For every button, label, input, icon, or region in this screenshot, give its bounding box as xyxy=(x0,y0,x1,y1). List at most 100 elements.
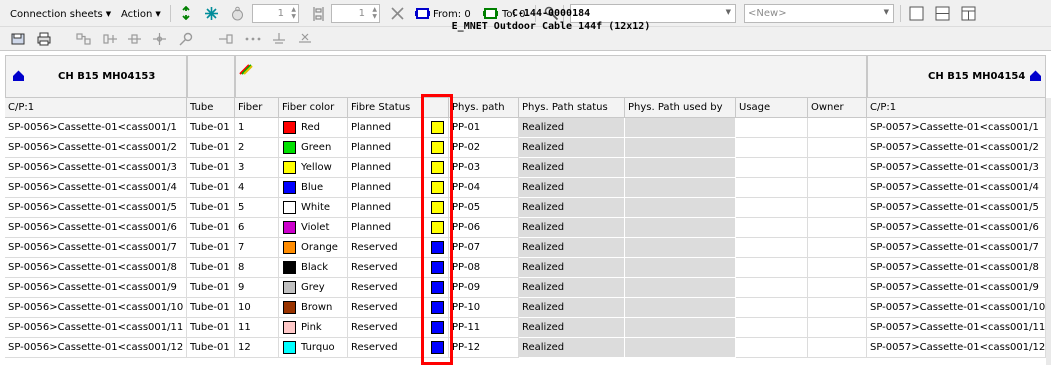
col-fiber-color[interactable]: Fiber color xyxy=(279,98,348,118)
cell-fibre-status[interactable]: Reserved xyxy=(348,258,424,278)
cell-phys-path[interactable]: PP-08 xyxy=(449,258,519,278)
cell-fiber-color[interactable]: Brown xyxy=(279,298,348,318)
table-row[interactable]: SP-0056>Cassette-01<cass001/12 Tube-01 12 T… xyxy=(5,338,1051,358)
cell-fibre-status[interactable]: Reserved xyxy=(348,338,424,358)
cell-phys-path-used-by[interactable] xyxy=(625,278,736,298)
cell-phys-path[interactable]: PP-10 xyxy=(449,298,519,318)
cell-cp-left[interactable]: SP-0056>Cassette-01<cass001/9 xyxy=(5,278,187,298)
col-cp-left[interactable]: C/P:1 xyxy=(5,98,187,118)
cell-fiber[interactable]: 1 xyxy=(235,118,279,138)
table-row[interactable]: SP-0056>Cassette-01<cass001/11 Tube-01 11 P… xyxy=(5,318,1051,338)
cell-phys-path[interactable]: PP-09 xyxy=(449,278,519,298)
disconnect-icon[interactable] xyxy=(296,31,313,46)
cell-cp-right[interactable]: SP-0057>Cassette-01<cass001/10 xyxy=(867,298,1046,318)
cell-phys-path-used-by[interactable] xyxy=(625,178,736,198)
cell-fiber-color[interactable]: Blue xyxy=(279,178,348,198)
cell-usage[interactable] xyxy=(736,278,808,298)
cell-phys-path[interactable]: PP-01 xyxy=(449,118,519,138)
cell-cp-right[interactable]: SP-0057>Cassette-01<cass001/12 xyxy=(867,338,1046,358)
cell-phys-path[interactable]: PP-05 xyxy=(449,198,519,218)
cell-phys-path[interactable]: PP-03 xyxy=(449,158,519,178)
cell-fiber[interactable]: 7 xyxy=(235,238,279,258)
col-fiber[interactable]: Fiber xyxy=(235,98,279,118)
table-row[interactable]: SP-0056>Cassette-01<cass001/5 Tube-01 5 Whi… xyxy=(5,198,1051,218)
cell-fibre-status[interactable]: Planned xyxy=(348,178,424,198)
cell-phys-path-used-by[interactable] xyxy=(625,298,736,318)
cell-usage[interactable] xyxy=(736,118,808,138)
cell-tube[interactable]: Tube-01 xyxy=(187,158,235,178)
cell-phys-path-status[interactable]: Realized xyxy=(519,278,625,298)
cell-owner[interactable] xyxy=(808,318,867,338)
cell-phys-path-used-by[interactable] xyxy=(625,238,736,258)
cell-phys-path-status[interactable]: Realized xyxy=(519,138,625,158)
cell-phys-path-used-by[interactable] xyxy=(625,118,736,138)
cell-fiber[interactable]: 2 xyxy=(235,138,279,158)
cell-phys-path[interactable]: PP-07 xyxy=(449,238,519,258)
cell-phys-path-status[interactable]: Realized xyxy=(519,318,625,338)
cell-phys-path-status[interactable]: Realized xyxy=(519,258,625,278)
cell-fiber-color[interactable]: White xyxy=(279,198,348,218)
cell-cp-left[interactable]: SP-0056>Cassette-01<cass001/2 xyxy=(5,138,187,158)
cell-fiber-color[interactable]: Yellow xyxy=(279,158,348,178)
cell-fibre-status[interactable]: Planned xyxy=(348,158,424,178)
table-row[interactable]: SP-0056>Cassette-01<cass001/10 Tube-01 10 B… xyxy=(5,298,1051,318)
cell-usage[interactable] xyxy=(736,138,808,158)
cell-fibre-status[interactable]: Planned xyxy=(348,218,424,238)
connection-sheets-menu[interactable]: Connection sheets ▼ xyxy=(10,4,111,24)
cell-cp-left[interactable]: SP-0056>Cassette-01<cass001/5 xyxy=(5,198,187,218)
cell-cp-right[interactable]: SP-0057>Cassette-01<cass001/3 xyxy=(867,158,1046,178)
col-phys-path-status[interactable]: Phys. Path status xyxy=(519,98,625,118)
cell-cp-right[interactable]: SP-0057>Cassette-01<cass001/9 xyxy=(867,278,1046,298)
home-icon[interactable] xyxy=(1029,69,1042,82)
cell-tube[interactable]: Tube-01 xyxy=(187,298,235,318)
table-row[interactable]: SP-0056>Cassette-01<cass001/6 Tube-01 6 Vio… xyxy=(5,218,1051,238)
cell-owner[interactable] xyxy=(808,338,867,358)
cell-phys-path-used-by[interactable] xyxy=(625,258,736,278)
cell-fiber[interactable]: 6 xyxy=(235,218,279,238)
layout-single-icon[interactable] xyxy=(908,5,924,21)
cell-tube[interactable]: Tube-01 xyxy=(187,238,235,258)
cell-tube[interactable]: Tube-01 xyxy=(187,318,235,338)
cell-tube[interactable]: Tube-01 xyxy=(187,198,235,218)
snowflake-icon[interactable] xyxy=(203,5,219,21)
cell-cp-left[interactable]: SP-0056>Cassette-01<cass001/7 xyxy=(5,238,187,258)
cell-fiber[interactable]: 5 xyxy=(235,198,279,218)
tool-icon[interactable] xyxy=(178,31,194,46)
table-row[interactable]: SP-0056>Cassette-01<cass001/8 Tube-01 8 Bla… xyxy=(5,258,1051,278)
cell-tube[interactable]: Tube-01 xyxy=(187,178,235,198)
cell-usage[interactable] xyxy=(736,178,808,198)
cell-cp-right[interactable]: SP-0057>Cassette-01<cass001/2 xyxy=(867,138,1046,158)
cell-fibre-status[interactable]: Reserved xyxy=(348,318,424,338)
cell-owner[interactable] xyxy=(808,178,867,198)
cell-fiber-color[interactable]: Green xyxy=(279,138,348,158)
col-phys-path-used-by[interactable]: Phys. Path used by xyxy=(625,98,736,118)
cell-phys-path-used-by[interactable] xyxy=(625,138,736,158)
cell-tube[interactable]: Tube-01 xyxy=(187,278,235,298)
cell-phys-path-used-by[interactable] xyxy=(625,218,736,238)
cell-phys-path-status[interactable]: Realized xyxy=(519,338,625,358)
cell-fiber[interactable]: 3 xyxy=(235,158,279,178)
cell-fiber[interactable]: 4 xyxy=(235,178,279,198)
cell-phys-path-used-by[interactable] xyxy=(625,158,736,178)
table-row[interactable]: SP-0056>Cassette-01<cass001/2 Tube-01 2 Gre… xyxy=(5,138,1051,158)
action-menu[interactable]: Action ▼ xyxy=(121,4,161,24)
cell-fibre-status[interactable]: Reserved xyxy=(348,298,424,318)
table-row[interactable]: SP-0056>Cassette-01<cass001/3 Tube-01 3 Yel… xyxy=(5,158,1051,178)
cell-usage[interactable] xyxy=(736,198,808,218)
cell-phys-path-status[interactable]: Realized xyxy=(519,158,625,178)
cell-phys-path-status[interactable]: Realized xyxy=(519,238,625,258)
cell-usage[interactable] xyxy=(736,158,808,178)
cell-cp-right[interactable]: SP-0057>Cassette-01<cass001/4 xyxy=(867,178,1046,198)
cell-cp-right[interactable]: SP-0057>Cassette-01<cass001/1 xyxy=(867,118,1046,138)
cell-fibre-status[interactable]: Planned xyxy=(348,198,424,218)
cell-phys-path-status[interactable]: Realized xyxy=(519,218,625,238)
col-usage[interactable]: Usage xyxy=(736,98,808,118)
cell-usage[interactable] xyxy=(736,218,808,238)
cell-usage[interactable] xyxy=(736,338,808,358)
cell-phys-path-used-by[interactable] xyxy=(625,198,736,218)
cell-cp-right[interactable]: SP-0057>Cassette-01<cass001/8 xyxy=(867,258,1046,278)
cell-phys-path[interactable]: PP-04 xyxy=(449,178,519,198)
print-icon[interactable] xyxy=(36,31,51,46)
cell-cp-left[interactable]: SP-0056>Cassette-01<cass001/1 xyxy=(5,118,187,138)
home-icon[interactable] xyxy=(12,69,25,82)
